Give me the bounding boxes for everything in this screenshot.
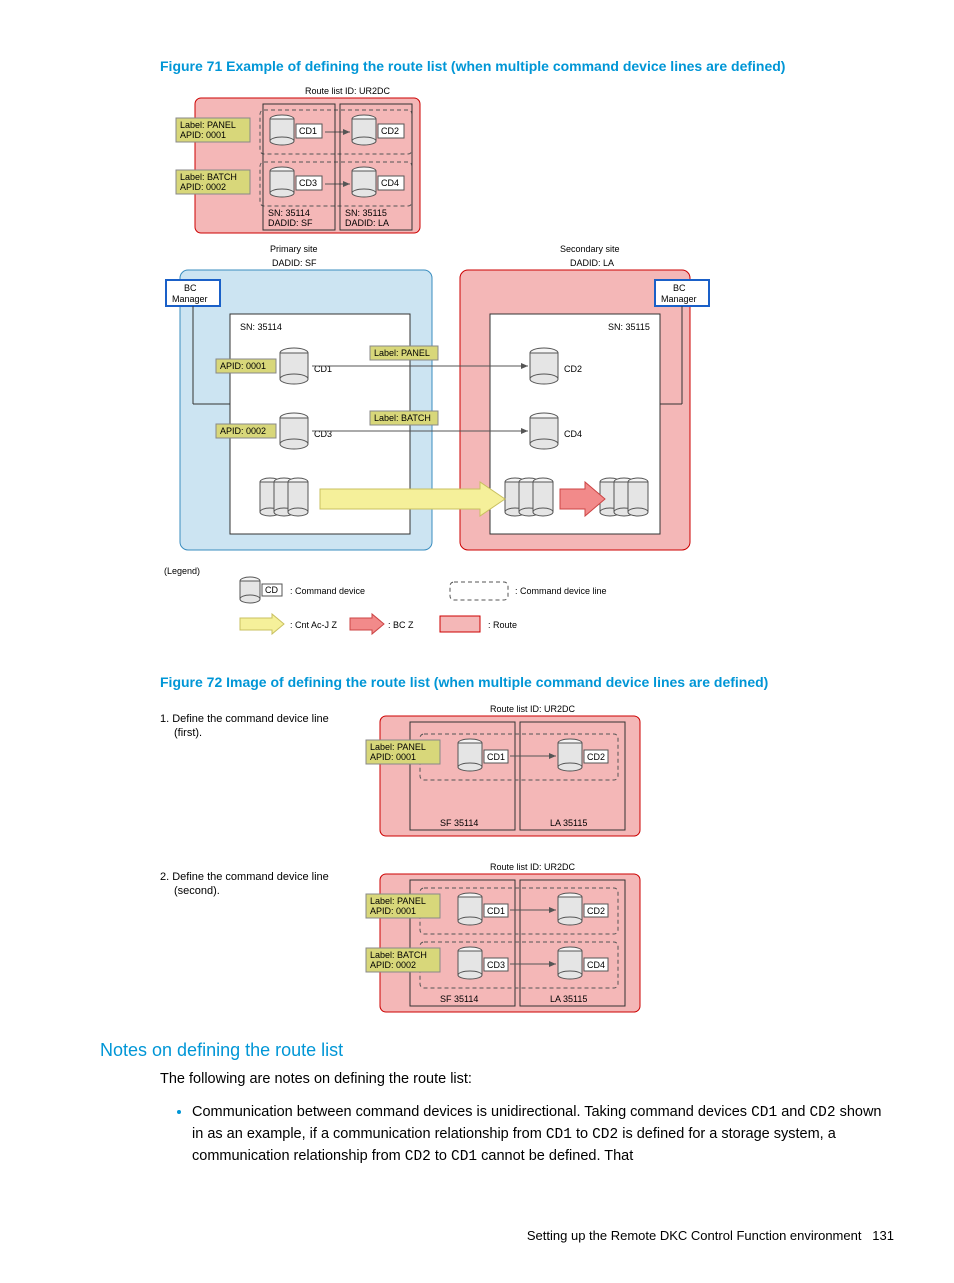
notes-list: Communication between command devices is… <box>170 1100 894 1168</box>
svg-text:1. Define the command device l: 1. Define the command device line <box>160 713 329 725</box>
svg-text:APID: 0002: APID: 0002 <box>220 426 266 436</box>
figure72-diagram: 1. Define the command device line (first… <box>160 700 894 1020</box>
svg-text:DADID: LA: DADID: LA <box>345 218 389 228</box>
svg-text:CD: CD <box>265 585 278 595</box>
svg-text:Label: PANEL: Label: PANEL <box>370 742 426 752</box>
svg-text:APID: 0001: APID: 0001 <box>180 130 226 140</box>
svg-text:(second).: (second). <box>174 885 220 897</box>
svg-text:SF 35114: SF 35114 <box>440 994 478 1004</box>
svg-text:: Route: : Route <box>488 620 517 630</box>
notes-intro: The following are notes on defining the … <box>160 1069 894 1090</box>
figure71-diagram: Route list ID: UR2DC Label: PANEL APID: … <box>160 84 894 654</box>
svg-text:DADID: SF: DADID: SF <box>268 218 313 228</box>
figure72-caption: Figure 72 Image of defining the route li… <box>160 674 894 690</box>
svg-text:CD2: CD2 <box>587 752 605 762</box>
svg-text:Route list ID: UR2DC: Route list ID: UR2DC <box>305 86 391 96</box>
svg-text:CD1: CD1 <box>299 126 317 136</box>
svg-text:SF 35114: SF 35114 <box>440 818 478 828</box>
svg-text:APID: 0001: APID: 0001 <box>220 361 266 371</box>
svg-text:Route list ID: UR2DC: Route list ID: UR2DC <box>490 704 576 714</box>
svg-text:(Legend): (Legend) <box>164 566 200 576</box>
svg-text:Label: PANEL: Label: PANEL <box>180 120 236 130</box>
svg-text:SN: 35115: SN: 35115 <box>345 208 387 218</box>
svg-text:CD1: CD1 <box>487 752 505 762</box>
svg-text:LA 35115: LA 35115 <box>550 994 587 1004</box>
svg-text:Label: BATCH: Label: BATCH <box>180 172 237 182</box>
svg-text:CD1: CD1 <box>487 906 505 916</box>
svg-text:CD4: CD4 <box>564 429 582 439</box>
svg-text:DADID: SF: DADID: SF <box>272 258 317 268</box>
svg-text:Primary site: Primary site <box>270 244 318 254</box>
figure71-caption: Figure 71 Example of defining the route … <box>160 58 894 74</box>
svg-text:SN: 35115: SN: 35115 <box>608 322 650 332</box>
svg-text:: BC Z: : BC Z <box>388 620 414 630</box>
svg-text:: Command device line: : Command device line <box>515 586 607 596</box>
svg-text:SN: 35114: SN: 35114 <box>240 322 282 332</box>
svg-text:BC: BC <box>184 283 197 293</box>
svg-text:Manager: Manager <box>661 294 697 304</box>
svg-text:Label: BATCH: Label: BATCH <box>374 413 431 423</box>
svg-text:CD2: CD2 <box>564 364 582 374</box>
svg-text:CD4: CD4 <box>381 178 399 188</box>
svg-text:Label: PANEL: Label: PANEL <box>370 896 426 906</box>
svg-text:CD2: CD2 <box>381 126 399 136</box>
svg-text:Route list ID: UR2DC: Route list ID: UR2DC <box>490 862 576 872</box>
page-footer: Setting up the Remote DKC Control Functi… <box>60 1228 894 1243</box>
svg-text:Manager: Manager <box>172 294 208 304</box>
svg-text:APID: 0001: APID: 0001 <box>370 906 416 916</box>
svg-text:LA 35115: LA 35115 <box>550 818 587 828</box>
notes-title: Notes on defining the route list <box>100 1040 894 1061</box>
notes-bullet-1: Communication between command devices is… <box>192 1100 894 1168</box>
svg-text:APID: 0001: APID: 0001 <box>370 752 416 762</box>
svg-text:2. Define the command device l: 2. Define the command device line <box>160 871 329 883</box>
svg-text:Label: PANEL: Label: PANEL <box>374 348 430 358</box>
svg-text:CD3: CD3 <box>299 178 317 188</box>
svg-text:: Cnt Ac-J Z: : Cnt Ac-J Z <box>290 620 338 630</box>
svg-text:(first).: (first). <box>174 727 202 739</box>
svg-text:APID: 0002: APID: 0002 <box>180 182 226 192</box>
svg-text:APID: 0002: APID: 0002 <box>370 960 416 970</box>
svg-text:CD3: CD3 <box>487 960 505 970</box>
svg-text:CD2: CD2 <box>587 906 605 916</box>
svg-text:Secondary site: Secondary site <box>560 244 620 254</box>
svg-text:: Command device: : Command device <box>290 586 365 596</box>
svg-text:BC: BC <box>673 283 686 293</box>
svg-text:DADID: LA: DADID: LA <box>570 258 614 268</box>
svg-text:CD4: CD4 <box>587 960 605 970</box>
svg-text:SN: 35114: SN: 35114 <box>268 208 310 218</box>
svg-text:Label: BATCH: Label: BATCH <box>370 950 427 960</box>
